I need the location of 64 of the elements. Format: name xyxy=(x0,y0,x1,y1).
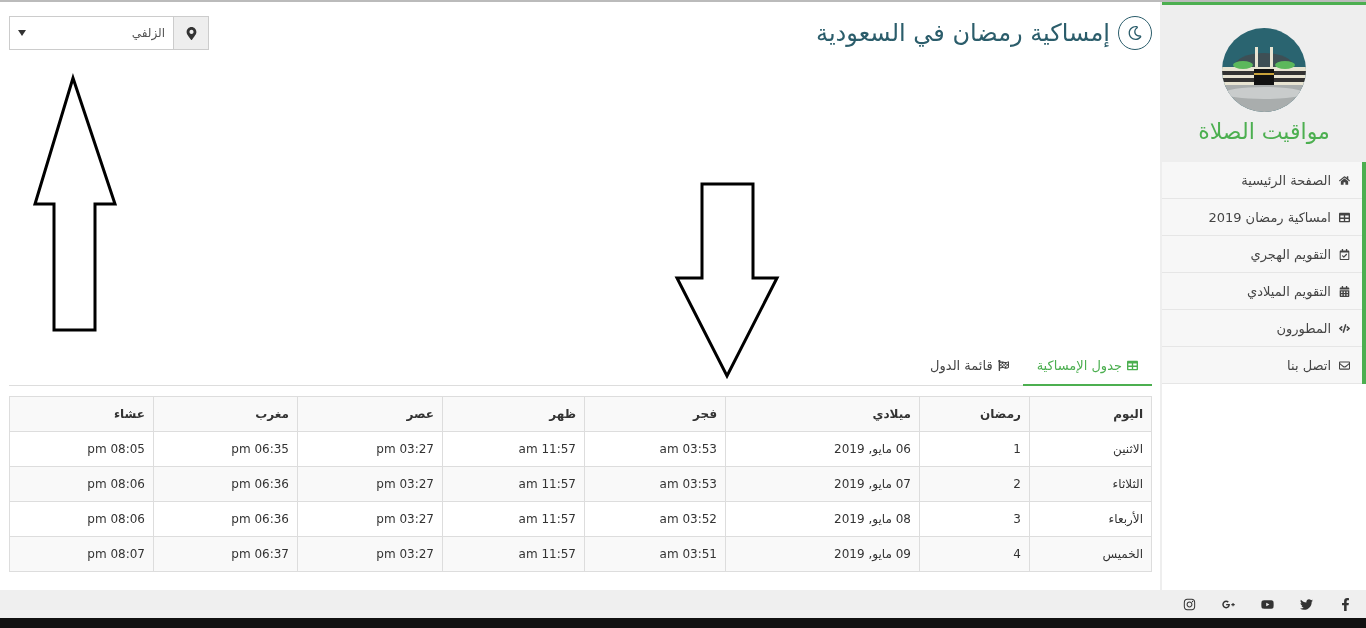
table-cell: am 03:51 xyxy=(584,536,726,572)
table-cell: 4 xyxy=(919,536,1030,572)
table-cell: pm 08:05 xyxy=(9,431,154,467)
table-cell: 3 xyxy=(919,501,1030,537)
home-icon xyxy=(1339,174,1350,186)
table-cell: الاثنين xyxy=(1029,431,1152,467)
table-cell: am 03:53 xyxy=(584,466,726,502)
table-cell: pm 08:07 xyxy=(9,536,154,572)
table-cell: pm 06:36 xyxy=(153,466,298,502)
table-cell: الخميس xyxy=(1029,536,1152,572)
sidebar-item[interactable]: المطورون xyxy=(1162,310,1362,347)
column-header: عصر xyxy=(297,396,443,432)
facebook-icon[interactable] xyxy=(1339,597,1352,611)
table-cell: pm 03:27 xyxy=(297,431,443,467)
table-cell: am 11:57 xyxy=(442,536,585,572)
tab[interactable]: قائمة الدول xyxy=(916,346,1023,386)
table-cell: pm 08:06 xyxy=(9,501,154,537)
instagram-icon[interactable] xyxy=(1183,597,1196,611)
sidebar-item[interactable]: التقويم الهجري xyxy=(1162,236,1362,273)
table-cell: 06 مايو, 2019 xyxy=(725,431,920,467)
sidebar-item[interactable]: التقويم الميلادي xyxy=(1162,273,1362,310)
table-cell: pm 06:37 xyxy=(153,536,298,572)
table-cell: pm 08:06 xyxy=(9,466,154,502)
table-cell: am 11:57 xyxy=(442,431,585,467)
column-header: ميلادي xyxy=(725,396,920,432)
sidebar-item[interactable]: امساكية رمضان 2019 xyxy=(1162,199,1362,236)
table-cell: 07 مايو, 2019 xyxy=(725,466,920,502)
table-cell: pm 06:36 xyxy=(153,501,298,537)
column-header: رمضان xyxy=(919,396,1030,432)
table-cell: 2 xyxy=(919,466,1030,502)
column-header: ظهر xyxy=(442,396,585,432)
table-cell: am 03:53 xyxy=(584,431,726,467)
youtube-icon[interactable] xyxy=(1261,597,1274,611)
table-cell: am 11:57 xyxy=(442,466,585,502)
table-cell: pm 03:27 xyxy=(297,501,443,537)
city-select[interactable]: الزلفي xyxy=(9,16,209,50)
sidebar-item[interactable]: الصفحة الرئيسية xyxy=(1162,162,1362,199)
envelope-icon xyxy=(1339,359,1350,371)
table-cell: 1 xyxy=(919,431,1030,467)
table-cell: 08 مايو, 2019 xyxy=(725,501,920,537)
column-header: اليوم xyxy=(1029,396,1152,432)
table-cell: am 11:57 xyxy=(442,501,585,537)
site-title: مواقيت الصلاة xyxy=(1198,119,1330,144)
calendar-check-icon xyxy=(1339,248,1350,260)
table-icon xyxy=(1127,359,1138,371)
column-header: مغرب xyxy=(153,396,298,432)
table-icon xyxy=(1339,211,1350,223)
map-pin-icon xyxy=(173,17,208,49)
caret-icon xyxy=(18,30,26,36)
table-cell: الأربعاء xyxy=(1029,501,1152,537)
table-cell: الثلاثاء xyxy=(1029,466,1152,502)
column-header: فجر xyxy=(584,396,726,432)
calendar-icon xyxy=(1339,285,1350,297)
sidebar-item[interactable]: اتصل بنا xyxy=(1162,347,1362,384)
column-header: عشاء xyxy=(9,396,154,432)
table-cell: pm 03:27 xyxy=(297,536,443,572)
page-title: إمساكية رمضان في السعودية xyxy=(816,16,1152,50)
table-cell: 09 مايو, 2019 xyxy=(725,536,920,572)
table-cell: am 03:52 xyxy=(584,501,726,537)
table-cell: pm 06:35 xyxy=(153,431,298,467)
table-cell: pm 03:27 xyxy=(297,466,443,502)
flag-icon xyxy=(997,359,1009,371)
code-icon xyxy=(1339,322,1350,334)
twitter-icon[interactable] xyxy=(1300,597,1313,611)
